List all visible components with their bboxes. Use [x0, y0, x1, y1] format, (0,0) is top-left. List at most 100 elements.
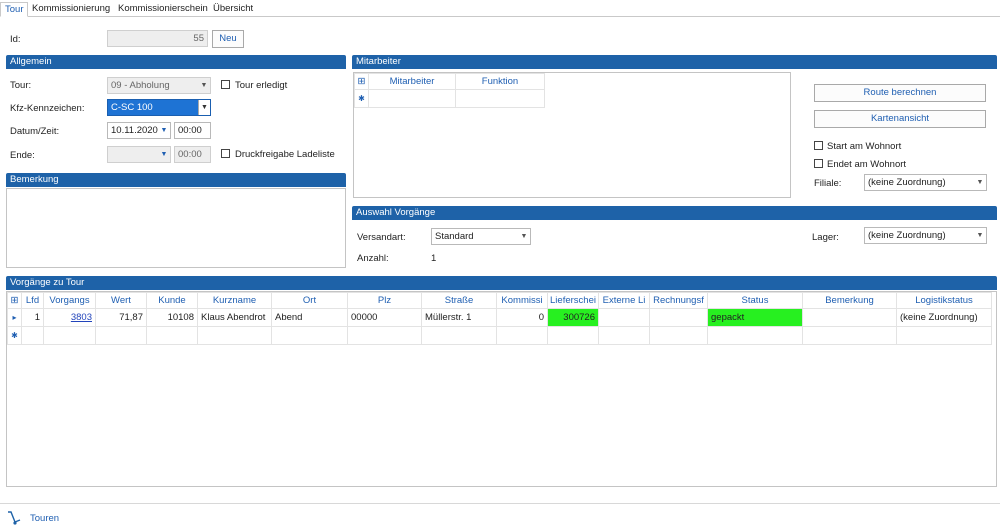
row-indicator-icon[interactable]: ▸: [7, 308, 22, 327]
ende-date-picker: ▼: [107, 146, 171, 163]
col-rechnung[interactable]: Rechnungsf: [649, 292, 708, 309]
datum-label: Datum/Zeit:: [10, 126, 60, 137]
ende-wohnort-checkbox[interactable]: [814, 159, 823, 168]
lager-combo[interactable]: (keine Zuordnung) ▼: [864, 227, 987, 244]
column-chooser-icon[interactable]: ⊞: [354, 73, 369, 90]
tour-erledigt-checkbox[interactable]: [221, 80, 230, 89]
zeit-field[interactable]: 00:00: [174, 122, 211, 139]
col-strasse[interactable]: Straße: [421, 292, 497, 309]
id-field: 55: [107, 30, 208, 47]
cell-status[interactable]: gepackt: [707, 308, 803, 327]
cell-plz[interactable]: 00000: [347, 308, 422, 327]
cell-lfd[interactable]: 1: [21, 308, 44, 327]
col-kurzname[interactable]: Kurzname: [197, 292, 272, 309]
mitarbeiter-header: Mitarbeiter: [352, 55, 997, 69]
ende-label: Ende:: [10, 150, 35, 161]
allgemein-header: Allgemein: [6, 55, 346, 69]
anzahl-label: Anzahl:: [357, 253, 389, 264]
cell-vorgang[interactable]: 3803: [43, 308, 96, 327]
cell-logistik[interactable]: (keine Zuordnung): [896, 308, 992, 327]
col-plz[interactable]: Plz: [347, 292, 422, 309]
new-row[interactable]: ✱: [7, 326, 992, 345]
tab-kommissionierschein[interactable]: Kommissionierschein: [114, 2, 212, 17]
col-mitarbeiter[interactable]: Mitarbeiter: [368, 73, 456, 90]
cell-bemerkung[interactable]: [802, 308, 897, 327]
table-row[interactable]: ▸ 1 3803 71,87 10108 Klaus Abendrot Aben…: [7, 308, 992, 327]
tab-uebersicht[interactable]: Übersicht: [209, 2, 257, 17]
col-funktion[interactable]: Funktion: [455, 73, 545, 90]
new-row-cell[interactable]: [802, 326, 897, 345]
cell-strasse[interactable]: Müllerstr. 1: [421, 308, 497, 327]
new-row-cell[interactable]: [421, 326, 497, 345]
cell-externe[interactable]: [598, 308, 650, 327]
vorgaenge-grid[interactable]: ⊞ Lfd Vorgangs Wert Kunde Kurzname Ort P…: [6, 291, 997, 487]
route-berechnen-button[interactable]: Route berechnen: [814, 84, 986, 102]
new-row-cell[interactable]: [368, 89, 456, 108]
new-row-cell[interactable]: [146, 326, 198, 345]
cell-kunde[interactable]: 10108: [146, 308, 198, 327]
chevron-down-icon[interactable]: ▼: [974, 175, 986, 190]
kfz-value: C-SC 100: [111, 102, 153, 113]
new-row-cell[interactable]: [197, 326, 272, 345]
datum-value: 10.11.2020: [111, 125, 158, 136]
new-row-cell[interactable]: [547, 326, 599, 345]
tab-tour[interactable]: Tour: [0, 2, 29, 17]
new-row-cell[interactable]: [347, 326, 422, 345]
tour-combo: 09 - Abholung ▼: [107, 77, 211, 94]
tab-kommissionierung[interactable]: Kommissionierung: [28, 2, 114, 17]
new-row-icon[interactable]: ✱: [354, 89, 369, 108]
kfz-combo[interactable]: C-SC 100 ▼: [107, 99, 211, 116]
cell-ort[interactable]: Abend: [271, 308, 348, 327]
new-row-icon[interactable]: ✱: [7, 326, 22, 345]
druckfreigabe-checkbox[interactable]: [221, 149, 230, 158]
mitarbeiter-grid[interactable]: ⊞ Mitarbeiter Funktion ✱: [353, 72, 791, 198]
chevron-down-icon[interactable]: ▼: [518, 229, 530, 244]
handtruck-icon[interactable]: [6, 510, 22, 526]
datum-picker[interactable]: 10.11.2020 ▼: [107, 122, 171, 139]
new-row-cell[interactable]: [43, 326, 96, 345]
col-bemerkung[interactable]: Bemerkung: [802, 292, 897, 309]
col-logistikstatus[interactable]: Logistikstatus: [896, 292, 992, 309]
col-vorgangs[interactable]: Vorgangs: [43, 292, 96, 309]
chevron-down-icon[interactable]: ▼: [158, 123, 170, 138]
neu-button[interactable]: Neu: [212, 30, 244, 48]
start-wohnort-checkbox[interactable]: [814, 141, 823, 150]
col-externe[interactable]: Externe Li: [598, 292, 650, 309]
new-row-cell[interactable]: [496, 326, 548, 345]
col-wert[interactable]: Wert: [95, 292, 147, 309]
col-ort[interactable]: Ort: [271, 292, 348, 309]
tour-erledigt-label: Tour erledigt: [235, 80, 288, 91]
new-row-cell[interactable]: [598, 326, 650, 345]
cell-rechnung[interactable]: [649, 308, 708, 327]
new-row-cell[interactable]: [649, 326, 708, 345]
cell-lieferschein[interactable]: 300726: [547, 308, 599, 327]
new-row-cell[interactable]: [271, 326, 348, 345]
new-row-cell[interactable]: [95, 326, 147, 345]
new-row-cell[interactable]: [455, 89, 545, 108]
new-row-cell[interactable]: [707, 326, 803, 345]
cell-kurzname[interactable]: Klaus Abendrot: [197, 308, 272, 327]
column-chooser-icon[interactable]: ⊞: [7, 292, 22, 309]
header-row: ⊞ Lfd Vorgangs Wert Kunde Kurzname Ort P…: [7, 292, 992, 309]
chevron-down-icon[interactable]: ▼: [974, 228, 986, 243]
col-kommissi[interactable]: Kommissi: [496, 292, 548, 309]
anzahl-value: 1: [431, 253, 437, 264]
cell-wert[interactable]: 71,87: [95, 308, 147, 327]
col-lieferschein[interactable]: Lieferschei: [547, 292, 599, 309]
touren-tab[interactable]: Touren: [30, 513, 59, 524]
mitarbeiter-table: ⊞ Mitarbeiter Funktion ✱: [354, 73, 545, 108]
ende-wohnort-label: Endet am Wohnort: [827, 159, 907, 170]
new-row-cell[interactable]: [896, 326, 992, 345]
col-kunde[interactable]: Kunde: [146, 292, 198, 309]
tour-value: 09 - Abholung: [111, 80, 170, 91]
col-status[interactable]: Status: [707, 292, 803, 309]
chevron-down-icon[interactable]: ▼: [198, 100, 210, 115]
new-row-cell[interactable]: [21, 326, 44, 345]
bemerkung-textarea[interactable]: [6, 188, 346, 268]
versandart-combo[interactable]: Standard ▼: [431, 228, 531, 245]
cell-kommissi[interactable]: 0: [496, 308, 548, 327]
col-lfd[interactable]: Lfd: [21, 292, 44, 309]
filiale-combo[interactable]: (keine Zuordnung) ▼: [864, 174, 987, 191]
kartenansicht-button[interactable]: Kartenansicht: [814, 110, 986, 128]
vorgang-link[interactable]: 3803: [71, 312, 92, 323]
